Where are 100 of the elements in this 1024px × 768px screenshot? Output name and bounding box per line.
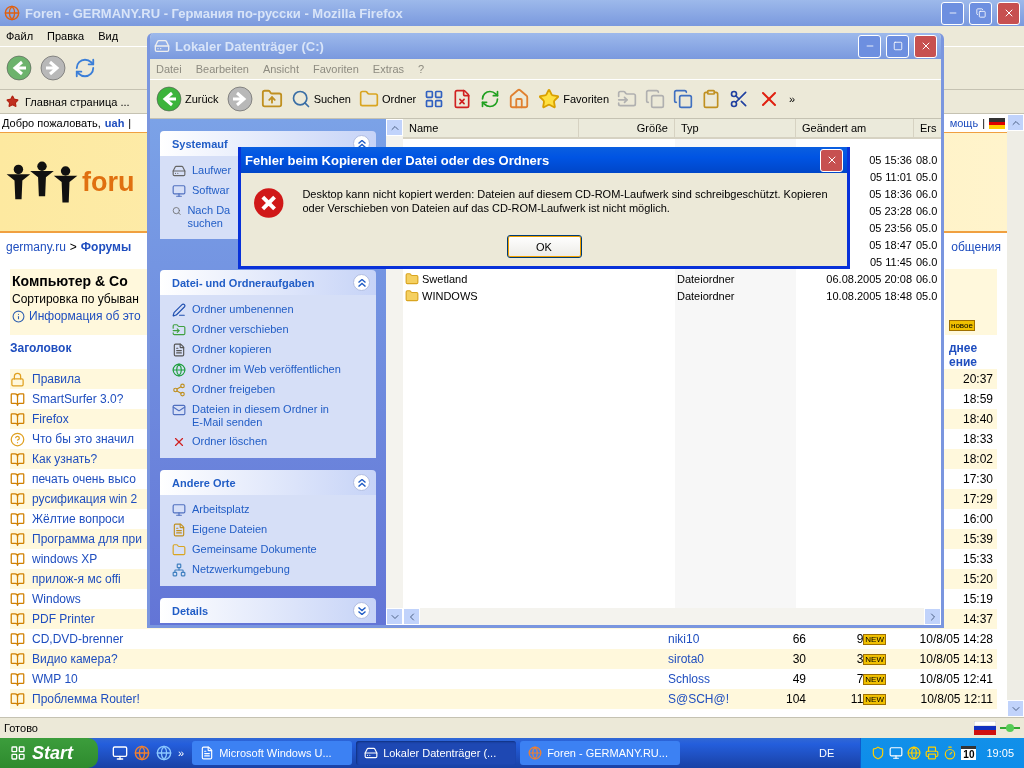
thread-link[interactable]: Windows bbox=[32, 592, 81, 606]
more-button[interactable]: » bbox=[789, 93, 796, 105]
task-link[interactable]: Ordner freigeben bbox=[192, 383, 276, 396]
task-link[interactable]: Netzwerkumgebung bbox=[192, 563, 290, 576]
panel-header[interactable]: Details bbox=[160, 598, 376, 623]
collapse-icon[interactable] bbox=[353, 274, 370, 291]
menu-item[interactable]: Файл bbox=[6, 30, 34, 42]
bookmark-link[interactable]: Главная страница ... bbox=[25, 95, 130, 108]
timer-icon[interactable] bbox=[943, 746, 958, 760]
task-link[interactable]: Ordner umbenennen bbox=[192, 303, 294, 316]
thread-link[interactable]: русификация win 2 bbox=[32, 492, 138, 506]
thread-link[interactable]: Видио камера? bbox=[32, 652, 118, 666]
author-link[interactable]: S@SCH@! bbox=[668, 692, 730, 706]
column-header[interactable]: Ers bbox=[914, 119, 941, 137]
menu-item[interactable]: Вид bbox=[98, 30, 119, 42]
author-link[interactable]: niki10 bbox=[668, 632, 700, 646]
thread-link[interactable]: SmartSurfer 3.0? bbox=[32, 392, 124, 406]
column-header[interactable]: Größe bbox=[579, 119, 675, 137]
toolbar-button[interactable]: Suchen bbox=[290, 89, 351, 109]
panel-header[interactable]: Datei- und Ordneraufgaben bbox=[160, 270, 376, 295]
network-icon[interactable] bbox=[889, 746, 904, 760]
task-link[interactable]: Laufwer bbox=[192, 164, 232, 177]
column-header[interactable]: днее bbox=[949, 341, 978, 355]
printer-icon[interactable] bbox=[925, 746, 940, 760]
column-header[interactable]: Name bbox=[403, 119, 579, 137]
file-name[interactable]: WINDOWS bbox=[422, 289, 478, 302]
toolbar-button[interactable]: Favoriten bbox=[538, 88, 610, 110]
messages-link[interactable]: общения bbox=[951, 240, 1001, 254]
task-link[interactable]: Gemeinsame Dokumente bbox=[192, 543, 317, 556]
thread-link[interactable]: Правила bbox=[32, 372, 81, 386]
browser-icon[interactable] bbox=[156, 745, 172, 761]
column-header[interactable]: Typ bbox=[675, 119, 796, 137]
file-name[interactable]: Swetland bbox=[422, 272, 468, 285]
desktop-icon[interactable] bbox=[112, 745, 128, 761]
minimize-button[interactable] bbox=[858, 34, 881, 58]
close-button[interactable] bbox=[820, 148, 843, 172]
taskbar-button[interactable]: Foren - GERMANY.RU... bbox=[520, 741, 681, 765]
thread-link[interactable]: WMP 10 bbox=[32, 672, 78, 686]
taskbar-button[interactable]: Lokaler Datenträger (... bbox=[356, 741, 517, 765]
expand-icon[interactable] bbox=[353, 602, 370, 619]
ok-button[interactable]: OK bbox=[506, 235, 582, 258]
thread-link[interactable]: Как узнать? bbox=[32, 452, 98, 466]
thread-link[interactable]: прилож-я мс offi bbox=[32, 572, 121, 586]
column-header[interactable]: Geändert am bbox=[796, 119, 914, 137]
user-link[interactable]: uah bbox=[104, 117, 125, 129]
flag-icon[interactable] bbox=[989, 117, 1005, 129]
task-link[interactable]: Nach Da suchen bbox=[187, 204, 242, 230]
more-button[interactable]: » bbox=[178, 747, 185, 759]
task-link[interactable]: Softwar bbox=[192, 184, 230, 197]
minimize-button[interactable] bbox=[941, 1, 964, 25]
thread-link[interactable]: Firefox bbox=[32, 412, 69, 426]
toolbar-button[interactable]: Zurück bbox=[156, 86, 219, 112]
panel-header[interactable]: Andere Orte bbox=[160, 470, 376, 495]
calendar-icon[interactable]: 10 bbox=[961, 746, 977, 760]
reload-icon[interactable] bbox=[74, 57, 96, 79]
start-button[interactable]: Start bbox=[0, 738, 98, 768]
menu-item[interactable]: Правка bbox=[47, 30, 85, 42]
globe-icon[interactable] bbox=[907, 746, 922, 760]
scrollbar[interactable] bbox=[403, 608, 941, 625]
thread-link[interactable]: windows XP bbox=[32, 552, 98, 566]
column-header[interactable]: ение bbox=[949, 355, 977, 369]
task-link[interactable]: Ordner verschieben bbox=[192, 323, 289, 336]
scrollbar[interactable] bbox=[1007, 114, 1024, 717]
file-date: 05.0 bbox=[916, 170, 938, 183]
paste-icon[interactable] bbox=[701, 89, 722, 109]
home-icon[interactable] bbox=[508, 88, 531, 110]
close-button[interactable] bbox=[997, 1, 1020, 25]
stop-icon[interactable] bbox=[452, 89, 473, 109]
thread-link[interactable]: печать очень высо bbox=[32, 472, 136, 486]
taskbar-button[interactable]: Microsoft Windows U... bbox=[192, 741, 353, 765]
task-link[interactable]: Ordner löschen bbox=[192, 435, 268, 448]
help-link[interactable]: мощь bbox=[949, 117, 979, 129]
breadcrumb-link[interactable]: germany.ru bbox=[6, 240, 66, 254]
task-link[interactable]: Arbeitsplatz bbox=[192, 503, 250, 516]
language-indicator[interactable]: DE bbox=[819, 747, 835, 759]
breadcrumb-link[interactable]: Форумы bbox=[80, 240, 132, 254]
collapse-icon[interactable] bbox=[353, 474, 370, 491]
copy-icon[interactable] bbox=[673, 89, 694, 109]
task-link[interactable]: Dateien in diesem Ordner in E-Mail senden bbox=[192, 403, 342, 429]
thread-link[interactable]: Жёлтие вопроси bbox=[32, 512, 125, 526]
views-icon[interactable] bbox=[424, 89, 445, 109]
maximize-button[interactable] bbox=[886, 34, 909, 58]
task-link[interactable]: Eigene Dateien bbox=[192, 523, 268, 536]
thread-link[interactable]: CD,DVD-brenner bbox=[32, 632, 124, 646]
shield-icon[interactable] bbox=[871, 746, 886, 760]
toolbar-button[interactable]: Ordner bbox=[358, 89, 417, 109]
thread-link[interactable]: Программа для при bbox=[32, 532, 142, 546]
up-folder-icon[interactable] bbox=[260, 88, 283, 110]
task-link[interactable]: Ordner im Web veröffentlichen bbox=[192, 363, 341, 376]
task-link[interactable]: Ordner kopieren bbox=[192, 343, 272, 356]
column-header[interactable]: Заголовок bbox=[10, 341, 72, 369]
info-link[interactable]: Информация об это bbox=[29, 309, 141, 323]
author-link[interactable]: Schloss bbox=[668, 672, 711, 686]
thread-link[interactable]: Что бы это значил bbox=[32, 432, 134, 446]
thread-link[interactable]: PDF Printer bbox=[32, 612, 95, 626]
close-button[interactable] bbox=[914, 34, 937, 58]
author-link[interactable]: sirota0 bbox=[668, 652, 705, 666]
refresh-icon[interactable] bbox=[480, 89, 501, 109]
thread-link[interactable]: Проблемма Router! bbox=[32, 692, 140, 706]
restore-button[interactable] bbox=[969, 1, 992, 25]
